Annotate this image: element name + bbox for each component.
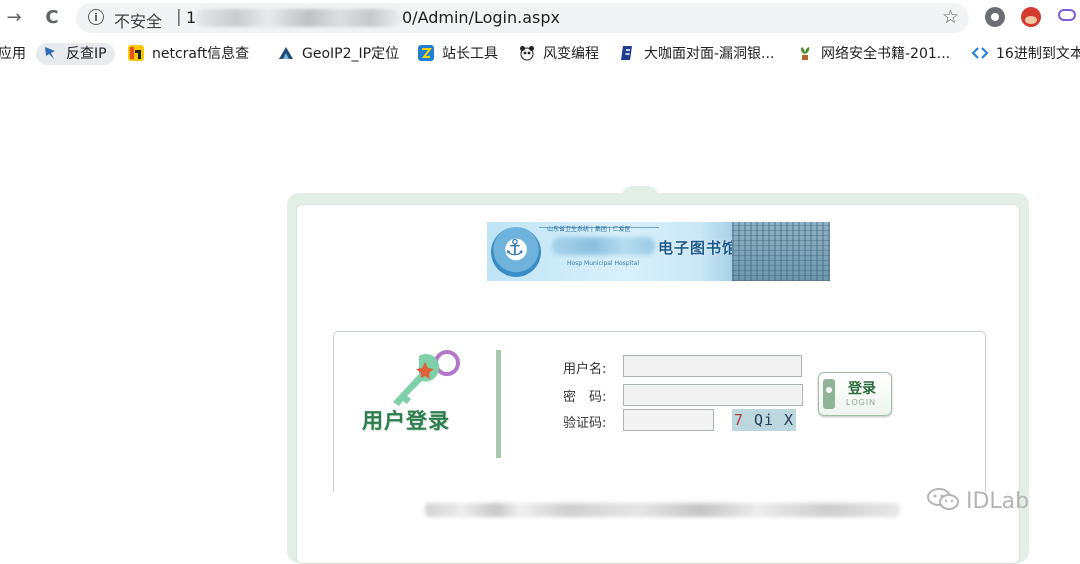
password-label: 密 码: — [563, 390, 607, 405]
captcha-label: 验证码: — [563, 416, 607, 431]
url-host: 1 — [186, 8, 197, 27]
extension-circle-icon[interactable] — [985, 7, 1005, 27]
banner-english-name: Hosp Municipal Hospital — [567, 260, 639, 267]
bookmark-geoip[interactable]: GeoIP2_IP定位 — [278, 43, 399, 65]
captcha-image[interactable]: 7 Qi X — [732, 409, 796, 431]
bookmark-star-icon[interactable]: ☆ — [942, 6, 959, 28]
key-icon — [393, 350, 460, 406]
bookmark-fengbian[interactable]: 风变编程 — [519, 43, 599, 65]
captcha-input[interactable] — [623, 409, 714, 431]
security-status[interactable]: 不安全 — [114, 8, 162, 32]
bookmark-hex[interactable]: 16进制到文本 — [972, 43, 1080, 65]
username-input[interactable] — [623, 355, 802, 377]
bookmark-label: 风变编程 — [543, 46, 599, 62]
bookmark-label: 站长工具 — [442, 46, 498, 62]
bookmark-fanip[interactable]: 反查IP — [36, 43, 115, 65]
bookmark-butian[interactable]: 大咖面对面-漏洞银... — [620, 43, 774, 65]
login-button-label: 登录 — [848, 380, 876, 396]
hospital-emblem-icon — [491, 227, 541, 277]
bookmark-label: netcraft信息查 — [152, 46, 250, 62]
username-label: 用户名: — [563, 362, 607, 377]
bookmarks-bar: 应用 反查IP netcraft信息查 GeoIP2_IP定位 站长工具 风变编… — [0, 38, 1080, 70]
chinaz-icon — [418, 45, 434, 61]
lock-key-icon — [823, 379, 835, 409]
login-button[interactable]: 登录 LOGIN — [818, 372, 892, 416]
netcraft-icon — [128, 45, 144, 61]
bookmark-label: 应用 — [0, 46, 26, 62]
captcha-first-char: 7 — [733, 411, 744, 429]
url-path: 0/Admin/Login.aspx — [402, 8, 560, 27]
login-button-sublabel: LOGIN — [846, 398, 876, 407]
bookmark-label: GeoIP2_IP定位 — [302, 46, 400, 62]
bookmark-label: 反查IP — [66, 46, 107, 62]
bookmark-chinaz[interactable]: 站长工具 — [418, 43, 498, 65]
password-input[interactable] — [623, 384, 803, 406]
wechat-icon — [927, 488, 959, 510]
maxmind-icon — [279, 47, 293, 59]
code-icon — [972, 47, 988, 59]
extension-santa-icon[interactable] — [1021, 7, 1041, 27]
watermark: IDLab — [926, 487, 1029, 514]
bookmark-label: 大咖面对面-漏洞银... — [644, 46, 775, 62]
reload-icon[interactable]: C — [40, 6, 64, 30]
url-separator: | — [176, 7, 182, 27]
login-panel-title: 用户登录 — [362, 409, 450, 433]
bookmark-apps[interactable]: 应用 — [0, 43, 26, 65]
banner-motto: 山东省卫生系统 | 集团 | 仁爱医 — [547, 226, 631, 233]
address-bar[interactable]: i 不安全 | 1 0/Admin/Login.aspx ☆ — [76, 3, 969, 33]
plant-icon — [801, 47, 810, 60]
redacted-host — [196, 9, 401, 27]
extension-cloud-icon[interactable] — [1058, 9, 1076, 21]
hospital-banner: 山东省卫生系统 | 集团 | 仁爱医 电子图书馆 Hosp Municipal … — [487, 222, 830, 281]
bookmark-label: 16进制到文本 — [996, 46, 1080, 62]
info-icon[interactable]: i — [88, 9, 104, 25]
bookmark-label: 网络安全书籍-201... — [821, 46, 951, 62]
banner-title: 电子图书馆 — [658, 239, 739, 257]
redacted-footer — [425, 503, 900, 517]
browser-toolbar: → C i 不安全 | 1 0/Admin/Login.aspx ☆ — [0, 0, 1080, 36]
forward-icon[interactable]: → — [2, 6, 26, 30]
panda-icon — [520, 46, 534, 61]
watermark-text: IDLab — [966, 489, 1030, 514]
butian-icon — [621, 46, 632, 60]
feather-icon — [45, 47, 55, 59]
redacted-hospital-name — [552, 237, 655, 255]
panel-divider — [496, 350, 501, 458]
captcha-text: Qi X — [743, 411, 795, 429]
bookmark-netcraft[interactable]: netcraft信息查 — [128, 43, 249, 65]
bookmark-books[interactable]: 网络安全书籍-201... — [797, 43, 950, 65]
building-illustration — [732, 222, 830, 281]
